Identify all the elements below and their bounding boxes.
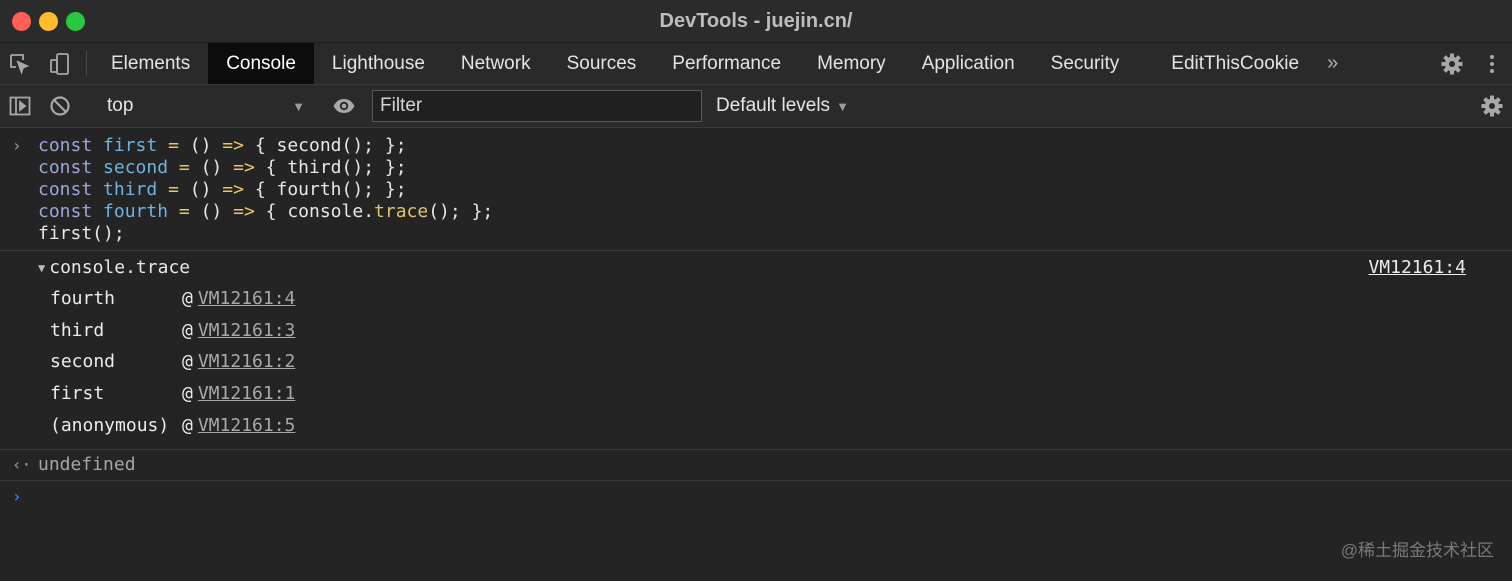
disclosure-triangle-icon[interactable]: ▼	[38, 253, 45, 283]
frame-location-link[interactable]: VM12161:4	[198, 283, 296, 315]
frame-function: third	[50, 319, 105, 341]
toolbar-right	[1459, 94, 1512, 118]
frame-at: @	[182, 383, 193, 405]
caret-down-icon: ▼	[836, 98, 849, 114]
keyword-token: const	[38, 179, 93, 200]
paren-token: ()	[200, 201, 223, 222]
vertical-ellipsis-icon[interactable]	[1472, 52, 1512, 76]
paren-token: ()	[189, 179, 212, 200]
keyword-token: const	[38, 201, 93, 222]
tab-security[interactable]: Security	[1033, 43, 1138, 84]
console-toolbar: top ▼ Default levels ▼	[0, 85, 1512, 128]
body-token: { second(); };	[254, 135, 407, 156]
gear-icon[interactable]	[1472, 94, 1512, 118]
operator-token: =	[168, 179, 179, 200]
identifier-token: second	[103, 157, 169, 178]
console-result-entry: ‹· undefined	[0, 450, 1512, 482]
input-prompt-icon: ›	[12, 136, 22, 155]
keyword-token: const	[38, 135, 93, 156]
caret-down-icon: ▼	[292, 98, 305, 114]
code-line: const third = () => { fourth(); };	[0, 179, 1512, 201]
filter-input[interactable]	[372, 90, 702, 122]
tab-elements[interactable]: Elements	[93, 43, 208, 84]
element-picker-icon[interactable]	[0, 43, 40, 84]
no-entry-icon[interactable]	[40, 94, 80, 118]
execution-context-value: top	[107, 95, 134, 116]
frame-at: @	[182, 319, 193, 341]
body-token: (); };	[428, 201, 494, 222]
console-trace-entry: ▼ console.trace VM12161:4 fourth @ VM12161…	[0, 251, 1512, 451]
tab-editthiscookie[interactable]: EditThisCookie	[1153, 43, 1317, 84]
body-token: { third(); };	[265, 157, 407, 178]
stack-frame: fourth @ VM12161:4	[0, 283, 1512, 315]
identifier-token: fourth	[103, 201, 169, 222]
execution-context-select[interactable]: top ▼	[101, 91, 311, 121]
code-line: first();	[38, 223, 125, 244]
tab-network[interactable]: Network	[443, 43, 549, 84]
tab-sources[interactable]: Sources	[549, 43, 655, 84]
frame-at: @	[182, 351, 193, 373]
console-prompt[interactable]: ›	[0, 481, 1512, 513]
tab-lighthouse[interactable]: Lighthouse	[314, 43, 443, 84]
stack-frame: third @ VM12161:3	[0, 315, 1512, 347]
arrow-token: =>	[222, 135, 244, 156]
frame-at: @	[182, 288, 193, 309]
method-token: trace	[374, 201, 429, 222]
identifier-token: first	[103, 135, 158, 156]
trace-header[interactable]: ▼ console.trace VM12161:4	[0, 253, 1512, 283]
frame-function: (anonymous)	[50, 414, 170, 436]
trace-source-link[interactable]: VM12161:4	[1368, 253, 1466, 283]
tab-application[interactable]: Application	[904, 43, 1033, 84]
tab-performance[interactable]: Performance	[654, 43, 799, 84]
tab-memory[interactable]: Memory	[799, 43, 904, 84]
operator-token: =	[178, 157, 190, 178]
prompt-caret-icon: ›	[12, 487, 22, 507]
watermark: @稀土掘金技术社区	[1340, 541, 1494, 560]
devtools-tabbar: Elements Console Lighthouse Network Sour…	[0, 43, 1512, 85]
gear-icon[interactable]	[1432, 52, 1472, 76]
operator-token: =	[178, 201, 190, 222]
paren-token: ()	[200, 157, 223, 178]
body-token: { console.	[265, 201, 375, 222]
paren-token: ()	[189, 135, 212, 156]
window-title: DevTools - juejin.cn/	[659, 10, 853, 32]
stack-frame: second @ VM12161:2	[0, 346, 1512, 378]
log-levels-label: Default levels	[716, 95, 831, 116]
arrow-token: =>	[233, 201, 255, 222]
divider	[86, 51, 87, 76]
console-output[interactable]: › const first = () => { second(); }; con…	[0, 128, 1512, 513]
arrow-token: =>	[233, 157, 255, 178]
device-toolbar-icon[interactable]	[40, 43, 80, 84]
result-prompt-icon: ‹·	[12, 455, 32, 475]
log-levels-dropdown[interactable]: Default levels ▼	[716, 95, 849, 117]
tab-overflow-button[interactable]: »	[1317, 43, 1348, 84]
trace-label: console.trace	[49, 257, 191, 278]
stack-frame: first @ VM12161:1	[0, 378, 1512, 410]
frame-function: second	[50, 351, 116, 373]
code-line: const fourth = () => { console.trace(); …	[0, 201, 1512, 223]
keyword-token: const	[38, 157, 93, 178]
body-token: { fourth(); };	[254, 179, 407, 200]
frame-location-link[interactable]: VM12161:3	[198, 315, 296, 347]
frame-location-link[interactable]: VM12161:5	[198, 410, 296, 442]
frame-location-link[interactable]: VM12161:1	[198, 378, 296, 410]
operator-token: =	[168, 135, 179, 156]
frame-location-link[interactable]: VM12161:2	[198, 346, 296, 378]
code-line: const second = () => { third(); };	[0, 157, 1512, 179]
sidebar-toggle-icon[interactable]	[0, 94, 40, 118]
frame-at: @	[182, 414, 193, 436]
result-value: undefined	[38, 454, 136, 476]
frame-function: first	[50, 383, 105, 405]
console-input-entry: › const first = () => { second(); }; con…	[0, 128, 1512, 251]
window-titlebar: DevTools - juejin.cn/	[0, 0, 1512, 43]
identifier-token: third	[103, 179, 158, 200]
tab-console[interactable]: Console	[208, 43, 314, 84]
eye-icon[interactable]	[324, 94, 364, 118]
code-line: const first = () => { second(); };	[0, 135, 1512, 157]
stack-frame: (anonymous) @ VM12161:5	[0, 410, 1512, 442]
tabbar-right	[1419, 43, 1512, 84]
arrow-token: =>	[222, 179, 244, 200]
frame-function: fourth	[50, 288, 116, 309]
